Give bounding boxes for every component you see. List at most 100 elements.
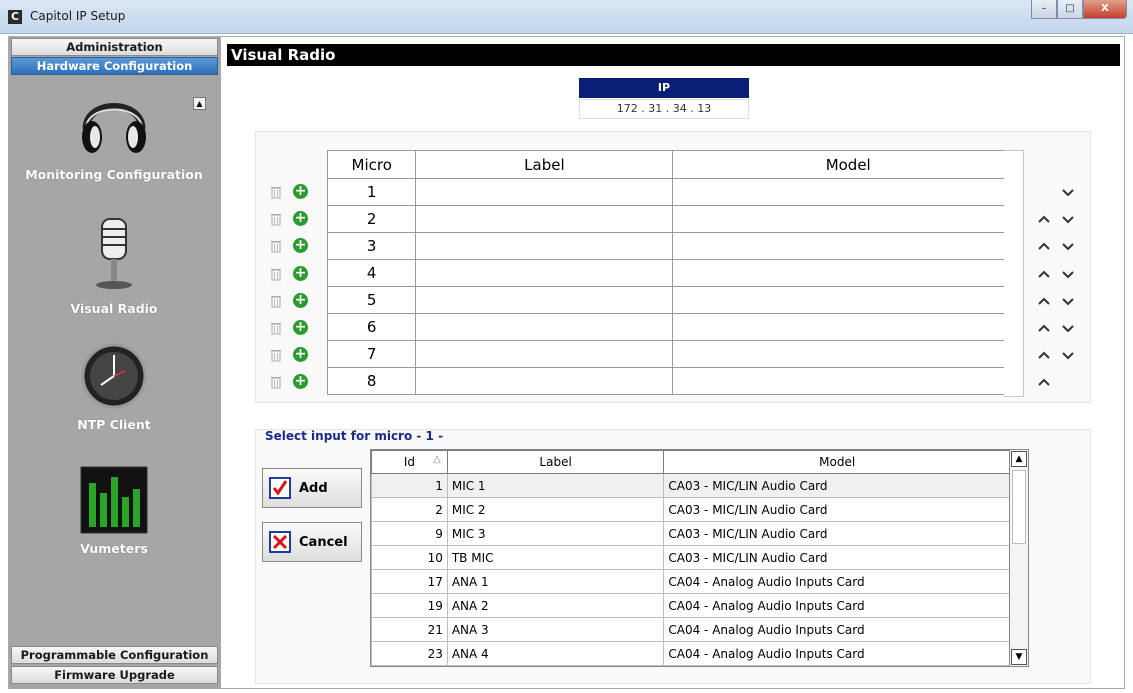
chevron-down-icon[interactable] xyxy=(1061,185,1075,199)
add-button[interactable]: Add xyxy=(262,468,362,508)
model-cell[interactable] xyxy=(672,367,1024,395)
trash-icon[interactable] xyxy=(271,295,281,308)
row-tools: + xyxy=(267,206,327,233)
label-cell[interactable] xyxy=(415,232,674,260)
label-cell[interactable] xyxy=(415,367,674,395)
sidebar-item-ntp-client[interactable]: NTP Client xyxy=(9,341,219,432)
chevron-up-icon[interactable] xyxy=(1037,212,1051,226)
chevron-down-icon[interactable] xyxy=(1061,267,1075,281)
add-row-icon[interactable]: + xyxy=(293,347,308,363)
trash-icon[interactable] xyxy=(271,322,281,335)
chevron-down-icon[interactable] xyxy=(1061,239,1075,253)
chevron-down-icon[interactable] xyxy=(1061,294,1075,308)
table-row[interactable]: 7 xyxy=(326,340,1024,368)
table-row[interactable]: 23 ANA 4 CA04 - Analog Audio Inputs Card xyxy=(371,641,1009,666)
table-row[interactable]: 5 xyxy=(326,286,1024,314)
add-row-icon[interactable]: + xyxy=(293,211,308,227)
scroll-thumb[interactable] xyxy=(1012,470,1026,544)
chevron-up-icon[interactable] xyxy=(1037,321,1051,335)
column-header-model[interactable]: Model xyxy=(663,450,1009,474)
chevron-up-icon[interactable] xyxy=(1037,375,1051,389)
tab-programmable-configuration[interactable]: Programmable Configuration xyxy=(11,646,218,664)
page-title: Visual Radio xyxy=(227,44,1120,66)
sort-ascending-icon: △ xyxy=(433,454,441,465)
model-cell[interactable] xyxy=(672,259,1024,287)
chevron-down-icon[interactable] xyxy=(1061,348,1075,362)
table-row[interactable]: 1 xyxy=(326,178,1024,206)
add-row-icon[interactable]: + xyxy=(293,184,308,199)
model-cell[interactable] xyxy=(672,340,1024,368)
column-header-label[interactable]: Label xyxy=(446,450,665,474)
window-controls: – □ X xyxy=(1031,0,1127,20)
minimize-button[interactable]: – xyxy=(1031,0,1057,19)
column-header-id[interactable]: Id △ xyxy=(371,450,448,474)
input-label-cell: ANA 1 xyxy=(446,569,665,594)
input-table-scrollbar[interactable]: ▲ ▼ xyxy=(1009,449,1029,667)
add-row-icon[interactable]: + xyxy=(293,374,308,390)
model-cell[interactable] xyxy=(672,232,1024,260)
chevron-up-icon[interactable] xyxy=(1037,239,1051,253)
table-row[interactable]: 4 xyxy=(326,259,1024,287)
add-button-label: Add xyxy=(299,480,328,496)
label-cell[interactable] xyxy=(415,178,674,206)
label-cell[interactable] xyxy=(415,340,674,368)
add-row-icon[interactable]: + xyxy=(293,238,308,254)
table-row[interactable]: 9 MIC 3 CA03 - MIC/LIN Audio Card xyxy=(371,521,1009,546)
add-row-icon[interactable]: + xyxy=(293,320,308,335)
trash-icon[interactable] xyxy=(271,213,281,226)
input-label-cell: TB MIC xyxy=(446,545,665,570)
row-tools: + xyxy=(267,342,327,369)
tab-hardware-configuration[interactable]: Hardware Configuration xyxy=(11,57,218,75)
row-reorder-controls xyxy=(1031,261,1091,288)
chevron-up-icon[interactable] xyxy=(1037,267,1051,281)
scroll-down-button[interactable]: ▼ xyxy=(1011,649,1027,665)
table-row[interactable]: 8 xyxy=(326,367,1024,395)
close-button[interactable]: X xyxy=(1083,0,1127,19)
table-row[interactable]: 10 TB MIC CA03 - MIC/LIN Audio Card xyxy=(371,545,1009,570)
column-header-micro[interactable]: Micro xyxy=(326,150,417,179)
row-reorder-controls xyxy=(1031,179,1091,206)
input-table-container: Id △ Label Model 1 MIC 1 CA03 - MIC/LIN Au… xyxy=(370,449,1010,667)
trash-icon[interactable] xyxy=(271,376,281,389)
chevron-down-icon[interactable] xyxy=(1061,321,1075,335)
trash-icon[interactable] xyxy=(271,268,281,281)
chevron-down-icon[interactable] xyxy=(1061,212,1075,226)
table-row[interactable]: 19 ANA 2 CA04 - Analog Audio Inputs Card xyxy=(371,593,1009,618)
table-row[interactable]: 3 xyxy=(326,232,1024,260)
model-cell[interactable] xyxy=(672,178,1024,206)
table-row[interactable]: 2 xyxy=(326,205,1024,233)
chevron-up-icon[interactable] xyxy=(1037,348,1051,362)
sidebar-item-visual-radio[interactable]: Visual Radio xyxy=(9,215,219,316)
ip-address-field[interactable]: 172 . 31 . 34 . 13 xyxy=(579,99,749,119)
row-tools: + xyxy=(267,315,327,342)
cancel-button[interactable]: Cancel xyxy=(262,522,362,562)
model-cell[interactable] xyxy=(672,205,1024,233)
table-row[interactable]: 17 ANA 1 CA04 - Analog Audio Inputs Card xyxy=(371,569,1009,594)
column-header-model[interactable]: Model xyxy=(672,150,1024,179)
label-cell[interactable] xyxy=(415,286,674,314)
table-row[interactable]: 21 ANA 3 CA04 - Analog Audio Inputs Card xyxy=(371,617,1009,642)
label-cell[interactable] xyxy=(415,205,674,233)
sidebar-item-monitoring-configuration[interactable]: Monitoring Configuration xyxy=(9,81,219,182)
model-cell[interactable] xyxy=(672,286,1024,314)
scroll-up-button[interactable]: ▲ xyxy=(1011,451,1027,467)
label-cell[interactable] xyxy=(415,313,674,341)
table-row[interactable]: 2 MIC 2 CA03 - MIC/LIN Audio Card xyxy=(371,497,1009,522)
tab-firmware-upgrade[interactable]: Firmware Upgrade xyxy=(11,666,218,684)
tab-administration[interactable]: Administration xyxy=(11,38,218,56)
add-row-icon[interactable]: + xyxy=(293,265,308,281)
table-row[interactable]: 6 xyxy=(326,313,1024,341)
table-row[interactable]: 1 MIC 1 CA03 - MIC/LIN Audio Card xyxy=(371,473,1009,498)
input-label-cell: MIC 3 xyxy=(446,521,665,546)
label-cell[interactable] xyxy=(415,259,674,287)
model-cell[interactable] xyxy=(672,313,1024,341)
trash-icon[interactable] xyxy=(271,240,281,253)
sidebar-item-vumeters[interactable]: Vumeters xyxy=(9,465,219,556)
chevron-up-icon[interactable] xyxy=(1037,294,1051,308)
input-id-cell: 23 xyxy=(371,641,448,666)
add-row-icon[interactable]: + xyxy=(293,292,308,308)
maximize-button[interactable]: □ xyxy=(1057,0,1083,19)
trash-icon[interactable] xyxy=(271,349,281,362)
column-header-label[interactable]: Label xyxy=(415,150,674,179)
trash-icon[interactable] xyxy=(271,186,281,199)
